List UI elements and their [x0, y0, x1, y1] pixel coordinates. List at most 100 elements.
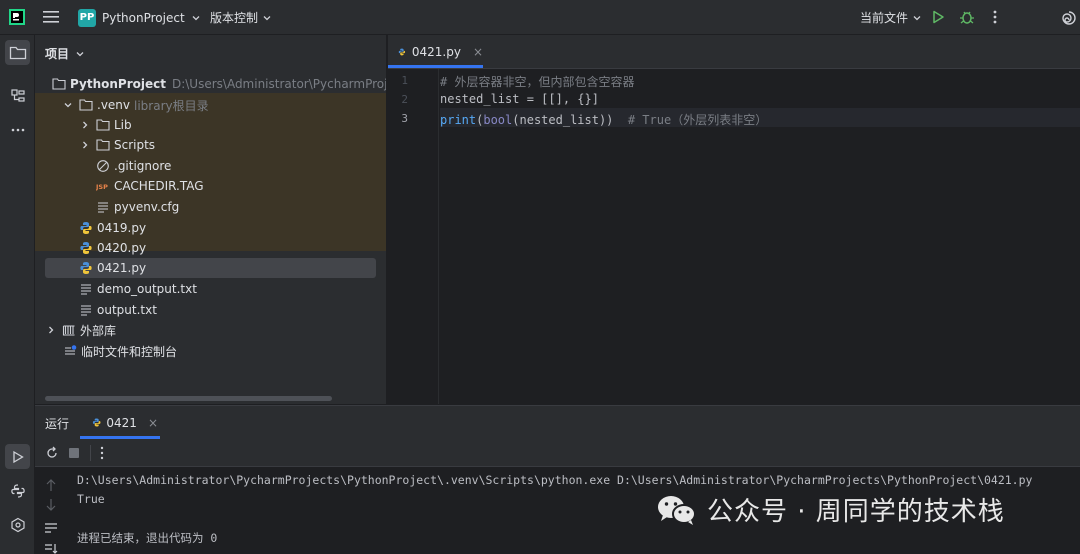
pycharm-logo-icon[interactable] — [9, 9, 25, 25]
chevron-down-icon — [76, 51, 84, 56]
gutter-separator — [438, 69, 439, 404]
left-tool-strip — [0, 35, 35, 554]
folder-icon — [96, 119, 110, 131]
chevron-down-icon — [263, 15, 271, 20]
editor-tab-bar: 0421.py × — [388, 35, 1080, 69]
services-icon — [10, 517, 25, 532]
main-menu-icon[interactable] — [42, 9, 60, 25]
project-tool-button[interactable] — [5, 40, 30, 65]
line-number-gutter: 1 2 3 — [388, 69, 436, 404]
folder-icon — [79, 99, 93, 111]
scratches-icon — [65, 345, 77, 355]
more-icon[interactable] — [98, 446, 106, 460]
toolbar-separator — [90, 445, 91, 461]
code-line-2: nested_list = [[], {}] — [440, 92, 599, 106]
tree-item-label: CACHEDIR.TAG — [114, 179, 204, 193]
tree-item-cachedir-tag[interactable]: JSP CACHEDIR.TAG — [35, 176, 386, 196]
code-token-args: (nested_list)) — [512, 113, 628, 127]
tree-item-0420-py[interactable]: 0420.py — [35, 238, 386, 258]
tree-item-label: 0419.py — [97, 221, 147, 235]
tree-item-label: 0420.py — [97, 241, 147, 255]
project-name: PythonProject — [102, 10, 185, 25]
run-tool-button[interactable] — [5, 444, 30, 469]
python-console-icon — [10, 483, 25, 498]
tree-item-lib[interactable]: Lib — [35, 115, 386, 135]
soft-wrap-icon[interactable] — [44, 522, 58, 534]
text-file-icon — [98, 202, 108, 213]
stop-icon[interactable] — [68, 447, 80, 459]
vcs-menu[interactable]: 版本控制 — [210, 7, 272, 28]
tree-item-scratches[interactable]: 临时文件和控制台 — [35, 341, 386, 361]
close-icon[interactable]: × — [473, 45, 483, 59]
structure-tool-button[interactable] — [5, 83, 30, 108]
ignored-file-icon — [97, 160, 109, 172]
project-panel: 项目 PythonProject D:\Users\Administrator\… — [35, 35, 387, 404]
structure-icon — [10, 88, 25, 102]
line-number: 3 — [401, 112, 408, 125]
services-tool-button[interactable] — [5, 512, 30, 537]
python-console-button[interactable] — [5, 478, 30, 503]
tree-item-project-root[interactable]: PythonProject D:\Users\Administrator\Pyc… — [35, 74, 386, 94]
jsp-file-icon: JSP — [96, 183, 108, 191]
tree-item-gitignore[interactable]: .gitignore — [35, 156, 386, 176]
venv-name: .venv — [97, 98, 131, 112]
run-toolbar — [35, 439, 1080, 467]
folder-icon — [9, 46, 26, 59]
tree-item-venv[interactable]: .venv library根目录 — [35, 95, 386, 115]
tree-item-0421-py[interactable]: 0421.py — [35, 258, 386, 278]
code-token-comment: # True（外层列表非空） — [627, 113, 768, 127]
run-panel: 运行 0421 × D:\Users\Administrator\Pycharm… — [35, 405, 1080, 554]
scroll-to-end-icon[interactable] — [44, 543, 58, 554]
editor: 0421.py × 1 2 3 # 外层容器非空，但内部包含空容器 nested… — [388, 35, 1080, 404]
tree-item-label: Lib — [114, 118, 132, 132]
tree-item-external-libraries[interactable]: 外部库 — [35, 320, 386, 340]
library-icon — [62, 325, 75, 336]
horizontal-scrollbar[interactable] — [45, 396, 332, 401]
title-bar: PP PythonProject 版本控制 当前文件 — [0, 0, 1080, 35]
run-icon[interactable] — [930, 9, 946, 25]
debug-icon[interactable] — [958, 8, 976, 26]
tree-item-pyvenv-cfg[interactable]: pyvenv.cfg — [35, 197, 386, 217]
watermark: 公众号 · 周同学的技术栈 — [655, 491, 1005, 528]
python-file-icon — [80, 222, 92, 234]
tab-0421-py[interactable]: 0421.py × — [388, 35, 483, 69]
text-file-icon — [81, 284, 91, 295]
tree-item-label: Scripts — [114, 138, 156, 152]
chevron-down-icon — [913, 15, 921, 20]
ai-assistant-icon[interactable] — [1060, 9, 1078, 27]
tree-item-output-txt[interactable]: output.txt — [35, 300, 386, 320]
tree-item-label: pyvenv.cfg — [114, 200, 180, 214]
project-switcher[interactable]: PP PythonProject — [78, 7, 201, 28]
tree-item-demo-output-txt[interactable]: demo_output.txt — [35, 279, 386, 299]
close-icon[interactable]: × — [148, 416, 158, 430]
run-tab-bar: 运行 0421 × — [35, 406, 1080, 439]
run-panel-title: 运行 — [45, 417, 70, 431]
folder-icon — [52, 78, 66, 90]
more-tools-button[interactable] — [5, 117, 30, 142]
console-line: D:\Users\Administrator\PycharmProjects\P… — [77, 473, 1033, 487]
more-horizontal-icon — [11, 128, 24, 131]
run-tab-0421[interactable]: 0421 × — [90, 406, 158, 439]
project-badge: PP — [78, 8, 96, 27]
tree-item-label: output.txt — [97, 303, 157, 317]
tree-item-label: .gitignore — [114, 159, 172, 173]
more-icon[interactable] — [988, 9, 1002, 25]
tree-item-scripts[interactable]: Scripts — [35, 135, 386, 155]
project-panel-header[interactable]: 项目 — [45, 45, 85, 62]
run-config-selector[interactable]: 当前文件 — [860, 7, 922, 28]
tree-item-0419-py[interactable]: 0419.py — [35, 218, 386, 238]
python-file-icon — [80, 242, 92, 254]
project-root-name: PythonProject — [70, 77, 166, 91]
arrow-down-icon[interactable] — [45, 498, 57, 512]
arrow-up-icon[interactable] — [45, 478, 57, 492]
run-outline-icon — [12, 450, 24, 463]
line-number: 1 — [401, 74, 408, 87]
text-file-icon — [81, 305, 91, 316]
chevron-right-icon — [49, 326, 54, 334]
tree-item-label: 临时文件和控制台 — [81, 344, 178, 359]
run-side-toolbar — [35, 468, 67, 554]
rerun-icon[interactable] — [45, 446, 59, 460]
console-line: True — [77, 492, 105, 506]
current-file-label: 当前文件 — [860, 11, 909, 25]
chevron-right-icon — [83, 141, 88, 149]
